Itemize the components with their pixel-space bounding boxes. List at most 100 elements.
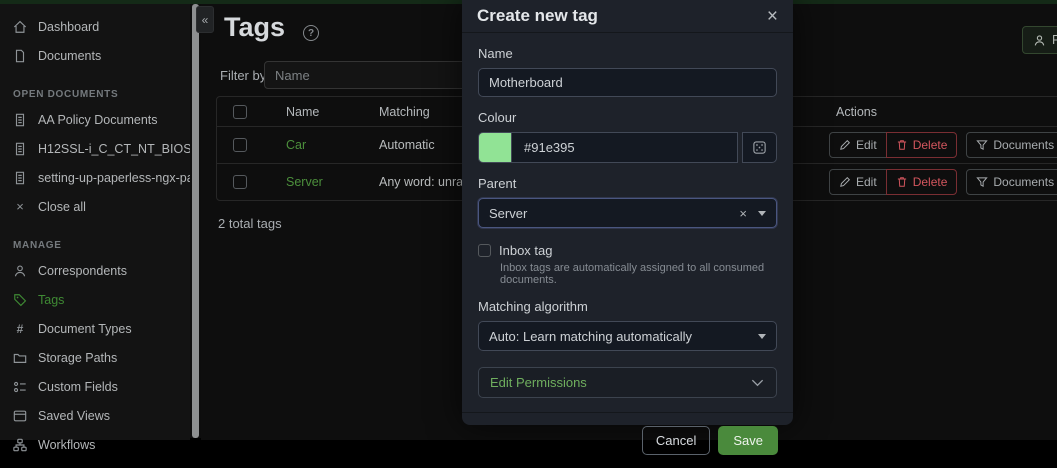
sidebar-section-manage: MANAGE	[13, 240, 177, 251]
sidebar-section-open-documents: OPEN DOCUMENTS	[13, 89, 177, 100]
permissions-button-label: Pe	[1052, 33, 1057, 47]
modal-body: Name Colour Parent Server × Inbox tag In…	[462, 33, 793, 398]
sidebar-item-label: Dashboard	[38, 20, 99, 34]
delete-label: Delete	[913, 175, 948, 189]
random-colour-button[interactable]	[742, 132, 777, 163]
file-text-icon	[13, 113, 27, 127]
sidebar-close-all[interactable]: × Close all	[0, 192, 190, 221]
dice-icon	[752, 140, 767, 155]
cancel-button[interactable]: Cancel	[642, 426, 710, 455]
delete-label: Delete	[913, 138, 948, 152]
sidebar-item-dashboard[interactable]: Dashboard	[0, 12, 190, 41]
create-tag-modal: Create new tag × Name Colour Parent Serv…	[462, 0, 793, 425]
pencil-icon	[839, 176, 851, 188]
ui-radios-icon	[13, 380, 27, 394]
documents-label: Documents	[993, 138, 1054, 152]
colour-input-group	[478, 132, 777, 163]
colour-swatch	[478, 132, 511, 163]
column-header-actions: Actions	[836, 105, 877, 119]
sidebar-item-label: Document Types	[38, 322, 132, 336]
chevron-down-icon	[758, 334, 766, 339]
inbox-tag-checkbox[interactable]	[478, 244, 491, 257]
documents-button[interactable]: Documents 3	[966, 169, 1057, 195]
parent-selected-value: Server	[489, 206, 739, 221]
delete-button[interactable]: Delete	[886, 132, 958, 158]
total-tags-summary: 2 total tags	[218, 216, 282, 231]
save-button[interactable]: Save	[718, 426, 778, 455]
chevron-left-icon: «	[202, 13, 209, 27]
tag-name-link[interactable]: Car	[286, 138, 306, 152]
inbox-tag-hint: Inbox tags are automatically assigned to…	[500, 262, 777, 286]
close-all-label: Close all	[38, 200, 86, 214]
sidebar-item-document-types[interactable]: # Document Types	[0, 314, 190, 343]
sidebar-collapse-button[interactable]: «	[196, 6, 214, 33]
matching-algorithm-select[interactable]: Auto: Learn matching automatically	[478, 321, 777, 351]
sidebar-item-correspondents[interactable]: Correspondents	[0, 256, 190, 285]
delete-button[interactable]: Delete	[886, 169, 958, 195]
edit-permissions-label: Edit Permissions	[490, 375, 587, 390]
window-icon	[13, 409, 27, 423]
edit-label: Edit	[856, 175, 877, 189]
parent-label: Parent	[478, 176, 777, 191]
select-all-checkbox[interactable]	[233, 105, 247, 119]
clear-selection-icon[interactable]: ×	[739, 206, 747, 221]
colour-label: Colour	[478, 110, 777, 125]
sidebar-item-custom-fields[interactable]: Custom Fields	[0, 372, 190, 401]
inbox-tag-label: Inbox tag	[499, 243, 553, 258]
help-icon[interactable]: ?	[303, 25, 319, 41]
name-label: Name	[478, 46, 777, 61]
modal-close-button[interactable]: ×	[767, 7, 778, 26]
sidebar-item-label: Custom Fields	[38, 380, 118, 394]
sidebar-item-tags[interactable]: Tags	[0, 285, 190, 314]
colour-hex-input[interactable]	[511, 132, 738, 163]
permissions-button-partial[interactable]: Pe	[1022, 26, 1057, 54]
edit-button[interactable]: Edit	[829, 169, 887, 195]
sidebar-item-saved-views[interactable]: Saved Views	[0, 401, 190, 430]
home-icon	[13, 20, 27, 34]
scrollbar-thumb[interactable]	[192, 4, 199, 438]
documents-button[interactable]: Documents 1	[966, 132, 1057, 158]
tag-name-link[interactable]: Server	[286, 175, 323, 189]
tag-name-input[interactable]	[478, 68, 777, 97]
close-icon: ×	[767, 6, 778, 27]
file-icon	[13, 49, 27, 63]
row-checkbox[interactable]	[233, 138, 247, 152]
documents-label: Documents	[993, 175, 1054, 189]
chevron-down-icon	[750, 375, 765, 390]
sidebar-open-doc-2[interactable]: H12SSL-i_C_CT_NT_BIOS_3.3_rele...	[0, 134, 190, 163]
open-doc-label: setting-up-paperless-ngx-part-one	[38, 171, 190, 185]
sidebar-item-storage-paths[interactable]: Storage Paths	[0, 343, 190, 372]
funnel-icon	[976, 139, 988, 151]
pencil-icon	[839, 139, 851, 151]
edit-permissions-accordion[interactable]: Edit Permissions	[478, 367, 777, 398]
sidebar-open-doc-1[interactable]: AA Policy Documents	[0, 105, 190, 134]
person-icon	[1033, 34, 1046, 47]
sidebar-item-workflows[interactable]: Workflows	[0, 430, 190, 459]
sidebar: Dashboard Documents OPEN DOCUMENTS AA Po…	[0, 4, 190, 440]
sidebar-item-label: Documents	[38, 49, 101, 63]
edit-button[interactable]: Edit	[829, 132, 887, 158]
tag-matching-value: Automatic	[379, 138, 435, 152]
column-header-name[interactable]: Name	[286, 105, 319, 119]
sidebar-open-doc-3[interactable]: setting-up-paperless-ngx-part-one	[0, 163, 190, 192]
parent-select[interactable]: Server ×	[478, 198, 777, 228]
tag-matching-value: Any word: unraid	[379, 175, 473, 189]
file-text-icon	[13, 142, 27, 156]
modal-footer: Cancel Save	[462, 412, 793, 468]
hash-icon: #	[13, 322, 27, 336]
column-header-matching[interactable]: Matching	[379, 105, 430, 119]
filter-by-label: Filter by:	[220, 68, 270, 83]
sidebar-scrollbar[interactable]	[190, 4, 201, 438]
file-text-icon	[13, 171, 27, 185]
sidebar-item-documents[interactable]: Documents	[0, 41, 190, 70]
row-checkbox[interactable]	[233, 175, 247, 189]
matching-selected-value: Auto: Learn matching automatically	[489, 329, 758, 344]
sidebar-item-label: Correspondents	[38, 264, 127, 278]
open-doc-label: H12SSL-i_C_CT_NT_BIOS_3.3_rele...	[38, 142, 190, 156]
sidebar-item-label: Tags	[38, 293, 64, 307]
sidebar-item-label: Saved Views	[38, 409, 110, 423]
close-icon: ×	[13, 199, 27, 214]
open-doc-label: AA Policy Documents	[38, 113, 158, 127]
sidebar-item-label: Storage Paths	[38, 351, 117, 365]
folder-icon	[13, 351, 27, 365]
